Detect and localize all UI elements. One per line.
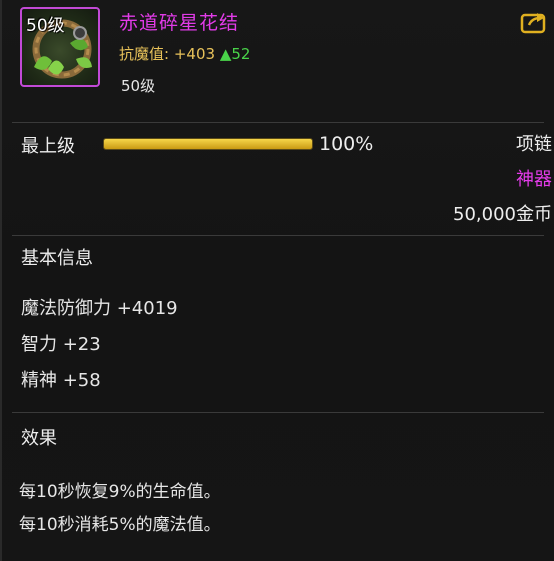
effect-line: 每10秒消耗5%的魔法值。	[19, 515, 221, 535]
basic-info-line: 智力 +23	[21, 334, 101, 355]
main-stat-increase: ▲52	[219, 45, 251, 63]
item-level: 50级	[121, 77, 156, 95]
quality-label: 最上级	[21, 136, 75, 157]
quality-percent: 100%	[319, 133, 374, 155]
item-price: 50,000金币	[453, 204, 552, 225]
item-icon-level: 50级	[26, 16, 65, 36]
item-icon[interactable]: 50级	[20, 7, 100, 87]
quality-bar-fill	[104, 139, 312, 149]
divider	[12, 412, 544, 413]
share-arrow-icon[interactable]	[520, 10, 548, 34]
item-tooltip: 50级 赤道碎星花结 抗魔值: +403 ▲52 50级 最上级 100% 项链…	[0, 0, 554, 561]
basic-info-line: 精神 +58	[21, 370, 101, 391]
divider	[12, 122, 544, 123]
basic-info-title: 基本信息	[21, 248, 93, 269]
main-stat-value: +403	[173, 45, 216, 63]
quality-bar	[103, 138, 313, 150]
effect-title: 效果	[21, 428, 57, 449]
main-stat: 抗魔值: +403 ▲52	[119, 43, 250, 64]
basic-info-line: 魔法防御力 +4019	[21, 298, 178, 319]
effect-line: 每10秒恢复9%的生命值。	[19, 482, 221, 502]
item-name: 赤道碎星花结	[119, 12, 240, 34]
item-rarity: 神器	[516, 169, 552, 190]
main-stat-label: 抗魔值:	[119, 45, 170, 63]
divider	[12, 235, 544, 236]
item-slot: 项链	[516, 134, 552, 155]
